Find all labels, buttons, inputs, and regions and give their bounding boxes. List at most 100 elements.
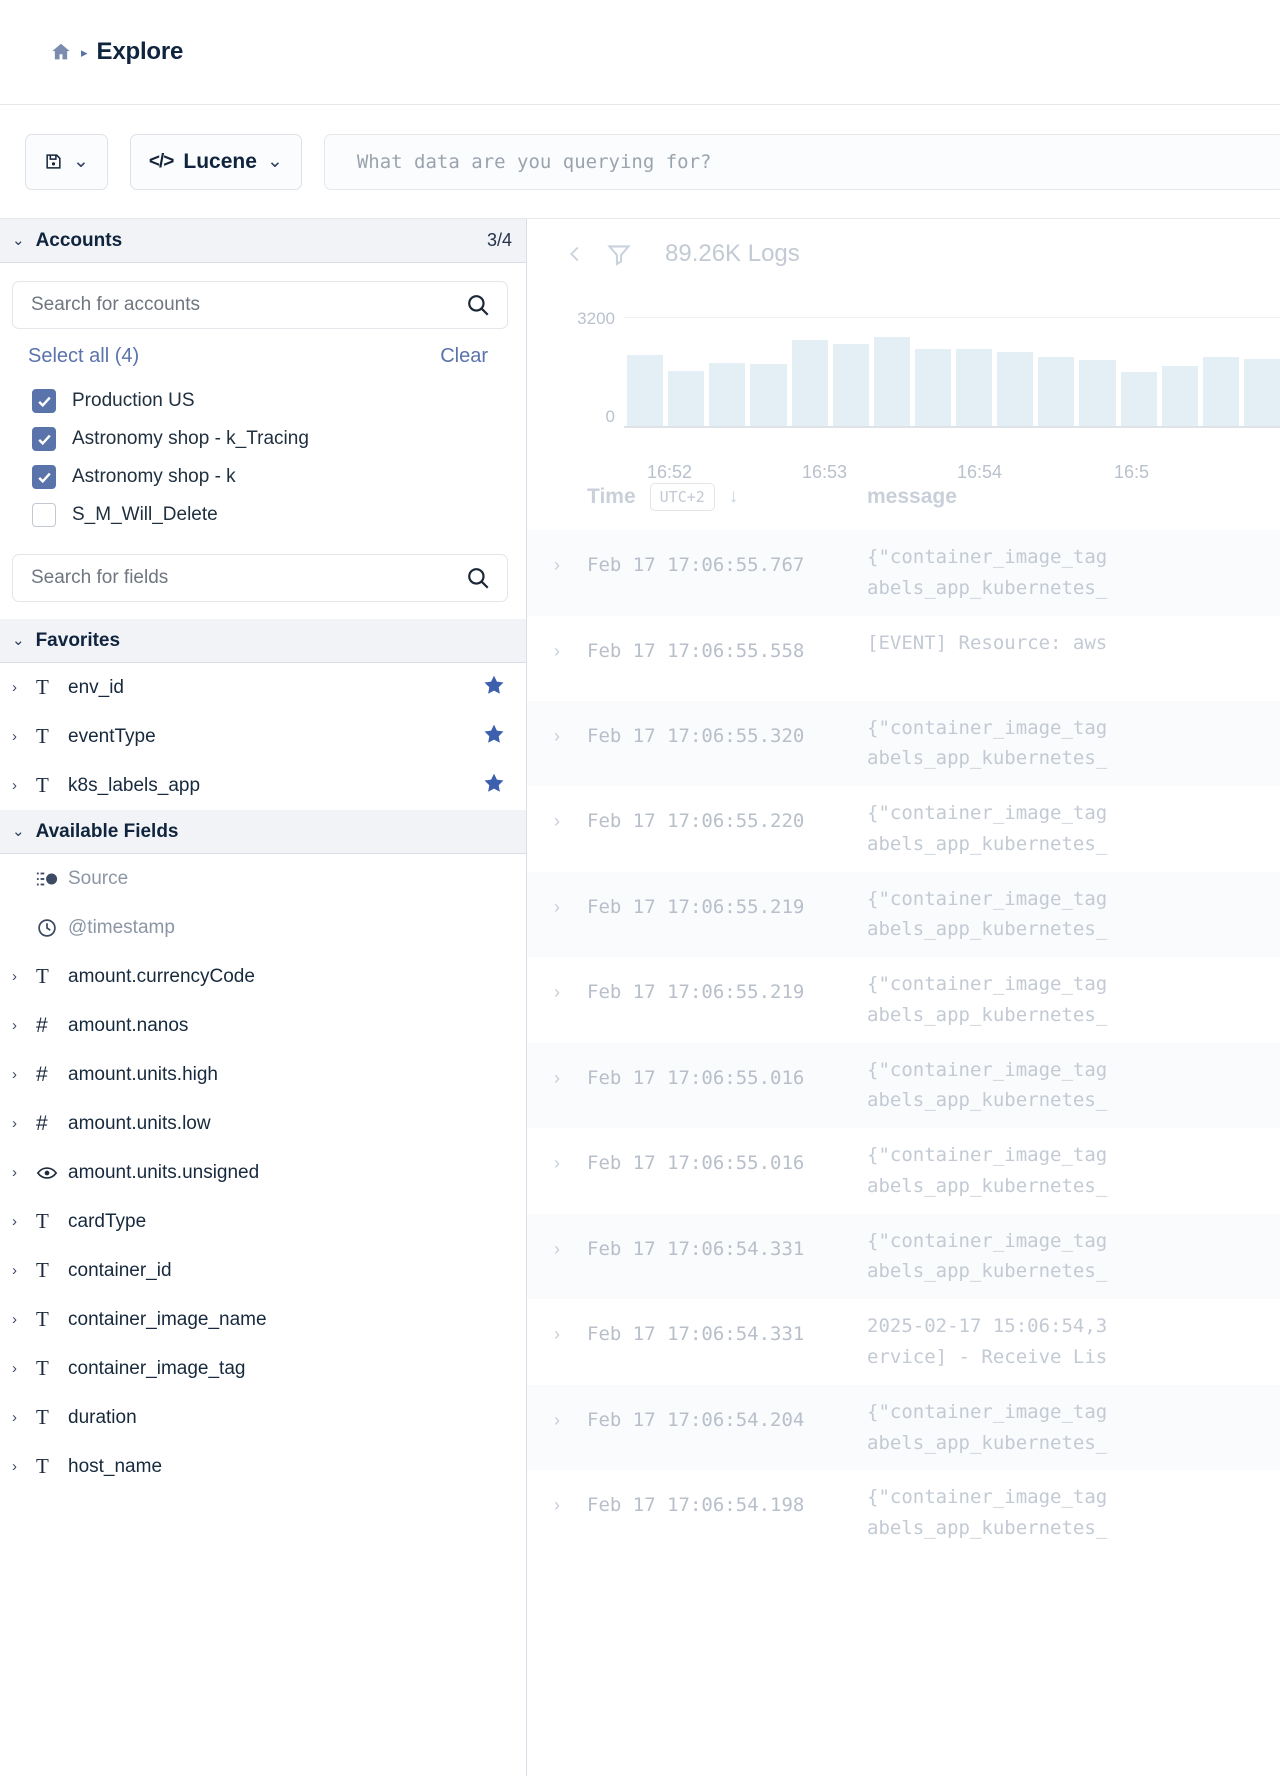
search-icon[interactable] [465,292,491,318]
home-icon[interactable] [50,41,72,63]
table-row[interactable]: › Feb 17 17:06:55.558 [EVENT] Resource: aw… [527,616,1280,701]
table-row[interactable]: › Feb 17 17:06:55.219 {"container_image_ta… [527,871,1280,958]
expand-row-chevron-icon[interactable]: › [527,1397,587,1459]
expand-row-chevron-icon[interactable]: › [527,713,587,775]
table-row[interactable]: › Feb 17 17:06:54.331 {"container_image_ta… [527,1213,1280,1300]
chevron-right-icon[interactable]: › [12,1360,36,1377]
histogram-bar[interactable] [1120,371,1157,428]
chevron-right-icon[interactable]: › [12,1115,36,1132]
account-item[interactable]: Astronomy shop - k [12,458,508,496]
histogram-bar[interactable] [1038,357,1075,428]
account-search-input[interactable]: Search for accounts [12,281,508,329]
star-icon[interactable] [482,673,506,702]
field-row[interactable]: @timestamp [0,903,526,952]
histogram-bar[interactable] [997,352,1034,428]
time-column-header[interactable]: Time UTC+2 ↓ [587,483,867,511]
table-row[interactable]: › Feb 17 17:06:54.331 2025-02-17 15:06:54,… [527,1299,1280,1385]
table-row[interactable]: › Feb 17 17:06:54.204 {"container_image_ta… [527,1384,1280,1471]
chevron-right-icon[interactable]: › [12,968,36,985]
chevron-right-icon[interactable]: › [12,1311,36,1328]
accounts-section-header[interactable]: ⌄ Accounts 3/4 [0,219,526,263]
chevron-right-icon[interactable]: › [12,1409,36,1426]
star-icon[interactable] [482,771,506,800]
histogram-bar[interactable] [1161,365,1198,428]
sort-descending-icon[interactable]: ↓ [729,486,739,508]
chevron-right-icon[interactable]: › [12,1458,36,1475]
favorites-section-header[interactable]: ⌄ Favorites [0,619,526,663]
table-row[interactable]: › Feb 17 17:06:55.220 {"container_image_ta… [527,786,1280,872]
field-row[interactable]: › T env_id [0,663,526,712]
histogram-bar[interactable] [791,340,828,428]
field-search-input[interactable]: Search for fields [12,554,508,602]
field-row[interactable]: › T host_name [0,1442,526,1491]
field-row[interactable]: › T container_image_name [0,1295,526,1344]
table-row[interactable]: › Feb 17 17:06:55.016 {"container_image_ta… [527,1042,1280,1129]
query-input[interactable]: What data are you querying for? [323,133,1280,190]
account-item[interactable]: S_M_Will_Delete [12,496,508,534]
field-row[interactable]: › amount.units.unsigned [0,1148,526,1197]
chevron-left-icon[interactable] [564,243,586,265]
star-icon[interactable] [482,722,506,751]
field-row[interactable]: › T container_id [0,1246,526,1295]
field-row[interactable]: › T cardType [0,1197,526,1246]
saved-queries-button[interactable]: ⌄ [25,133,108,190]
available-fields-section-header[interactable]: ⌄ Available Fields [0,810,526,854]
query-language-selector[interactable]: </> Lucene ⌄ [129,133,302,190]
field-row[interactable]: Source [0,854,526,903]
select-all-link[interactable]: Select all (4) [28,345,139,368]
field-row[interactable]: › T amount.currencyCode [0,952,526,1001]
chevron-right-icon[interactable]: › [12,777,36,794]
chevron-right-icon[interactable]: › [12,1262,36,1279]
histogram-bar[interactable] [914,349,951,428]
search-icon[interactable] [465,565,491,591]
histogram-bar[interactable] [668,370,705,428]
account-checkbox[interactable] [32,389,56,413]
table-row[interactable]: › Feb 17 17:06:55.320 {"container_image_ta… [527,700,1280,787]
expand-row-chevron-icon[interactable]: › [527,1055,587,1117]
histogram-bar[interactable] [956,349,993,428]
timezone-badge[interactable]: UTC+2 [649,483,715,511]
histogram-bar[interactable] [1079,360,1116,428]
account-item[interactable]: Astronomy shop - k_Tracing [12,420,508,458]
expand-row-chevron-icon[interactable]: › [527,1140,587,1202]
expand-row-chevron-icon[interactable]: › [527,1226,587,1288]
histogram-bar[interactable] [873,337,910,428]
chevron-right-icon[interactable]: › [12,1066,36,1083]
field-row[interactable]: › T k8s_labels_app [0,761,526,810]
field-row[interactable]: › T duration [0,1393,526,1442]
histogram-bar[interactable] [1243,359,1280,428]
account-item[interactable]: Production US [12,382,508,420]
chevron-right-icon[interactable]: › [12,1213,36,1230]
field-row[interactable]: › # amount.nanos [0,1001,526,1050]
histogram-bar[interactable] [709,362,746,428]
histogram-bar[interactable] [750,364,787,428]
histogram-bar[interactable] [627,355,664,428]
table-row[interactable]: › Feb 17 17:06:54.198 {"container_image_ta… [527,1470,1280,1556]
table-row[interactable]: › Feb 17 17:06:55.767 {"container_image_ta… [527,530,1280,616]
table-row[interactable]: › Feb 17 17:06:55.219 {"container_image_ta… [527,957,1280,1043]
expand-row-chevron-icon[interactable]: › [527,1482,587,1544]
expand-row-chevron-icon[interactable]: › [527,542,587,604]
field-row[interactable]: › # amount.units.high [0,1050,526,1099]
chevron-right-icon[interactable]: › [12,728,36,745]
account-checkbox[interactable] [32,427,56,451]
account-checkbox[interactable] [32,465,56,489]
chevron-right-icon[interactable]: › [12,1017,36,1034]
field-row[interactable]: › T container_image_tag [0,1344,526,1393]
expand-row-chevron-icon[interactable]: › [527,969,587,1031]
field-row[interactable]: › # amount.units.low [0,1099,526,1148]
chevron-right-icon[interactable]: › [12,1164,36,1181]
filter-icon[interactable] [606,241,632,267]
expand-row-chevron-icon[interactable]: › [527,1311,587,1373]
expand-row-chevron-icon[interactable]: › [527,798,587,860]
field-row[interactable]: › T eventType [0,712,526,761]
chevron-right-icon[interactable]: › [12,679,36,696]
histogram-bar[interactable] [1202,357,1239,428]
account-checkbox[interactable] [32,503,56,527]
table-row[interactable]: › Feb 17 17:06:55.016 {"container_image_ta… [527,1128,1280,1214]
clear-link[interactable]: Clear [440,345,488,368]
message-column-header[interactable]: message [867,485,957,509]
expand-row-chevron-icon[interactable]: › [527,628,587,689]
histogram-bar[interactable] [832,344,869,428]
expand-row-chevron-icon[interactable]: › [527,884,587,946]
